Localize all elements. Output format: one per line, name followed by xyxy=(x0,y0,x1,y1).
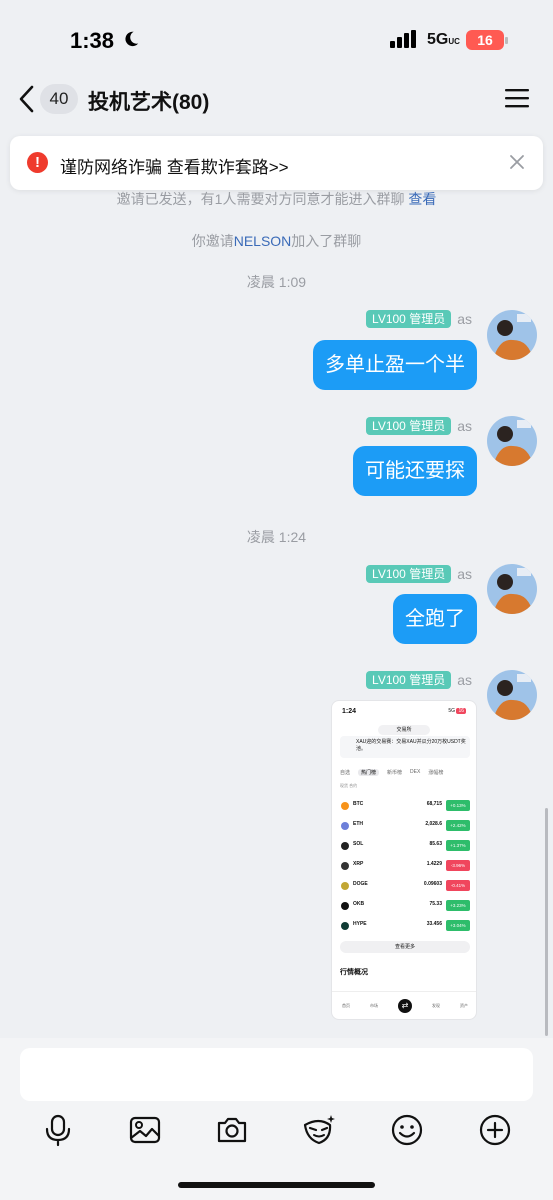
shot-time: 1:24 xyxy=(342,708,357,715)
shot-bottom-nav: 首页 市场 ⇄ 发现 资产 xyxy=(332,991,476,1019)
shot-promo: XAU迎的交易赛：交易XAU并瓜分20万枚USDT奖池。 xyxy=(340,736,470,758)
avatar[interactable] xyxy=(487,310,537,360)
market-row: ETH 2,028.6 +2.42% xyxy=(340,817,470,837)
time-separator: 凌晨 1:09 xyxy=(246,274,307,290)
status-time: 1:38 xyxy=(70,28,115,53)
shared-screenshot-image[interactable]: 1:24 5G 16 交易所 XAU迎的交易赛：交易XAU并瓜分20万枚USDT… xyxy=(331,700,477,1020)
avatar[interactable] xyxy=(487,416,537,466)
battery-indicator: 16 xyxy=(466,30,508,50)
shot-status: 5G 16 xyxy=(448,708,466,714)
coin-icon xyxy=(341,902,349,910)
shot-view-more: 查看更多 xyxy=(340,941,470,953)
market-row: BTC 68,715 +0.13% xyxy=(340,797,470,817)
shot-tab: 自选 xyxy=(340,770,351,776)
level-badge: LV100 管理员 xyxy=(366,671,452,689)
chat-header: 40 投机艺术(80) xyxy=(0,78,553,124)
shot-tab: 新币榜 xyxy=(387,770,403,776)
message-input[interactable] xyxy=(20,1048,533,1101)
avatar-image xyxy=(487,416,537,466)
sender-info: LV100 管理员 as xyxy=(366,309,472,329)
view-link[interactable]: 查看 xyxy=(408,191,436,207)
market-row: XRP 1.4229 -3.96% xyxy=(340,857,470,877)
time-separator: 凌晨 1:24 xyxy=(246,529,307,545)
shot-tab: 涨幅榜 xyxy=(428,770,444,776)
avatar-image xyxy=(487,310,537,360)
level-badge: LV100 管理员 xyxy=(366,565,452,583)
market-row: OKB 75.33 +3.23% xyxy=(340,897,470,917)
chat-title: 投机艺术(80) xyxy=(88,91,210,114)
coin-icon xyxy=(341,842,349,850)
avatar-image xyxy=(487,670,537,720)
network-label: 5GUC xyxy=(427,31,460,48)
sender-info: LV100 管理员 as xyxy=(366,670,472,690)
sender-name: as xyxy=(457,311,472,327)
fraud-alert-banner[interactable]: ! 谨防网络诈骗 查看欺诈套路>> xyxy=(10,136,543,190)
plus-icon[interactable] xyxy=(478,1113,512,1147)
system-message-joined: 你邀请NELSON加入了群聊 xyxy=(191,233,362,249)
image-icon[interactable] xyxy=(128,1113,162,1147)
system-message-invite-sent: 邀请已发送，有1人需要对方同意才能进入群聊 查看 xyxy=(116,191,437,207)
coin-icon xyxy=(341,862,349,870)
level-badge: LV100 管理员 xyxy=(366,417,452,435)
alert-text[interactable]: 谨防网络诈骗 查看欺诈套路>> xyxy=(60,153,289,178)
close-icon[interactable] xyxy=(508,153,526,171)
shot-market-list: BTC 68,715 +0.13% ETH 2,028.6 +2.42% SOL 85.6… xyxy=(340,797,470,937)
status-bar: 1:38 5GUC 16 xyxy=(0,0,553,80)
signal-icon xyxy=(390,30,416,48)
sender-name: as xyxy=(457,672,472,688)
shot-tab: DEX xyxy=(410,769,421,775)
message-bubble[interactable]: 可能还要探 xyxy=(353,446,477,496)
sender-name: as xyxy=(457,566,472,582)
sender-info: LV100 管理员 as xyxy=(366,416,472,436)
shot-tab: 热门榜 xyxy=(358,769,380,776)
moon-icon xyxy=(125,31,139,47)
camera-icon[interactable] xyxy=(215,1113,249,1147)
market-row: HYPE 33.456 +3.04% xyxy=(340,917,470,937)
emoji-icon[interactable] xyxy=(390,1113,424,1147)
level-badge: LV100 管理员 xyxy=(366,310,452,328)
avatar[interactable] xyxy=(487,564,537,614)
coin-icon xyxy=(341,822,349,830)
alert-icon: ! xyxy=(27,152,48,173)
message-bubble[interactable]: 多单止盈一个半 xyxy=(313,340,477,390)
shot-tabs: 自选 热门榜 新币榜 DEX 涨幅榜 xyxy=(340,769,470,776)
avatar[interactable] xyxy=(487,670,537,720)
avatar-image xyxy=(487,564,537,614)
coin-icon xyxy=(341,802,349,810)
home-indicator xyxy=(178,1182,375,1188)
unread-count-badge[interactable]: 40 xyxy=(40,84,78,114)
shot-header: 交易所 xyxy=(378,725,430,735)
coin-icon xyxy=(341,882,349,890)
coin-icon xyxy=(341,922,349,930)
mask-icon[interactable] xyxy=(302,1113,336,1147)
back-arrow-icon[interactable] xyxy=(16,84,38,114)
market-row: DOGE 0.09603 -0.41% xyxy=(340,877,470,897)
scrollbar[interactable] xyxy=(545,808,548,1036)
invited-user-link[interactable]: NELSON xyxy=(234,233,292,249)
microphone-icon[interactable] xyxy=(41,1113,75,1147)
composer xyxy=(0,1038,553,1200)
shot-section-title: 行情概况 xyxy=(340,969,368,976)
sender-name: as xyxy=(457,418,472,434)
sender-info: LV100 管理员 as xyxy=(366,564,472,584)
message-bubble[interactable]: 全跑了 xyxy=(393,594,477,644)
menu-icon[interactable] xyxy=(505,87,529,109)
market-row: SOL 85.63 +1.37% xyxy=(340,837,470,857)
shot-subtabs: 现货 合约 xyxy=(340,783,358,788)
